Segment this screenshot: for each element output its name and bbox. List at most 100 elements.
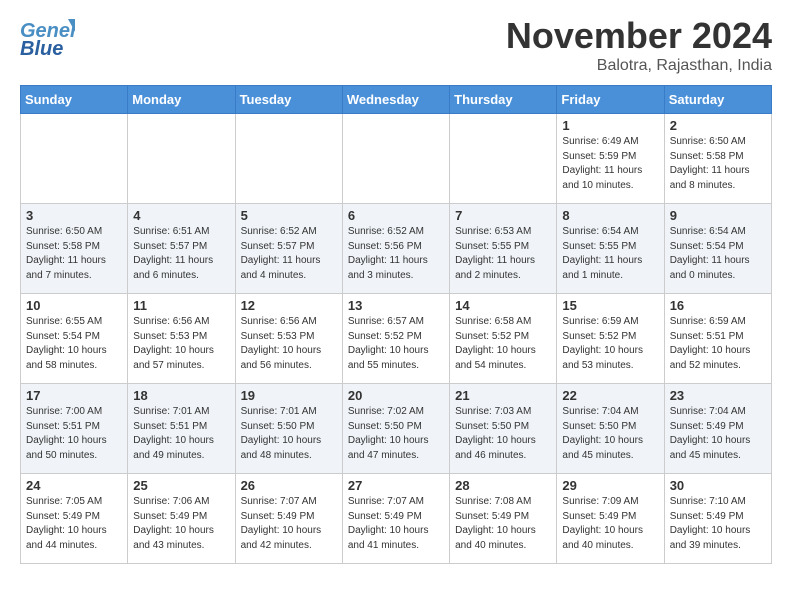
day-number: 17 (26, 388, 122, 403)
day-number: 13 (348, 298, 444, 313)
week-row-5: 24 Sunrise: 7:05 AM Sunset: 5:49 PM Dayli… (21, 474, 772, 564)
day-info: Sunrise: 6:55 AM Sunset: 5:54 PM Dayligh… (26, 315, 122, 373)
day-info: Sunrise: 7:00 AM Sunset: 5:51 PM Dayligh… (26, 405, 122, 463)
week-row-1: 1Sunrise: 6:49 AM Sunset: 5:59 PM Daylig… (21, 114, 772, 204)
day-number: 11 (133, 298, 229, 313)
day-header-saturday: Saturday (664, 86, 771, 114)
day-number: 19 (241, 388, 337, 403)
day-number: 3 (26, 208, 122, 223)
day-cell: 29 Sunrise: 7:09 AM Sunset: 5:49 PM Dayli… (557, 474, 664, 564)
day-number: 14 (455, 298, 551, 313)
day-cell: 3 Sunrise: 6:50 AM Sunset: 5:58 PM Daylig… (21, 204, 128, 294)
day-number: 5 (241, 208, 337, 223)
day-number: 16 (670, 298, 766, 313)
day-cell: 15 Sunrise: 6:59 AM Sunset: 5:52 PM Dayli… (557, 294, 664, 384)
day-cell (342, 114, 449, 204)
day-cell: 7 Sunrise: 6:53 AM Sunset: 5:55 PM Daylig… (450, 204, 557, 294)
day-cell: 4 Sunrise: 6:51 AM Sunset: 5:57 PM Daylig… (128, 204, 235, 294)
day-info: Sunrise: 6:59 AM Sunset: 5:52 PM Dayligh… (562, 315, 658, 373)
day-info: Sunrise: 6:58 AM Sunset: 5:52 PM Dayligh… (455, 315, 551, 373)
day-number: 12 (241, 298, 337, 313)
month-title: November 2024 (506, 15, 772, 57)
day-number: 25 (133, 478, 229, 493)
day-header-tuesday: Tuesday (235, 86, 342, 114)
week-row-2: 3 Sunrise: 6:50 AM Sunset: 5:58 PM Daylig… (21, 204, 772, 294)
day-header-wednesday: Wednesday (342, 86, 449, 114)
day-info: Sunrise: 7:05 AM Sunset: 5:49 PM Dayligh… (26, 495, 122, 553)
day-number: 2 (670, 118, 766, 133)
day-info: Sunrise: 6:51 AM Sunset: 5:57 PM Dayligh… (133, 225, 229, 283)
location: Balotra, Rajasthan, India (506, 57, 772, 75)
day-info: Sunrise: 6:56 AM Sunset: 5:53 PM Dayligh… (133, 315, 229, 373)
day-cell: 20 Sunrise: 7:02 AM Sunset: 5:50 PM Dayli… (342, 384, 449, 474)
day-cell: 12 Sunrise: 6:56 AM Sunset: 5:53 PM Dayli… (235, 294, 342, 384)
day-cell: 24 Sunrise: 7:05 AM Sunset: 5:49 PM Dayli… (21, 474, 128, 564)
day-cell: 28 Sunrise: 7:08 AM Sunset: 5:49 PM Dayli… (450, 474, 557, 564)
week-row-4: 17 Sunrise: 7:00 AM Sunset: 5:51 PM Dayli… (21, 384, 772, 474)
header: General Blue November 2024 Balotra, Raja… (20, 15, 772, 75)
day-info: Sunrise: 7:01 AM Sunset: 5:51 PM Dayligh… (133, 405, 229, 463)
day-number: 1 (562, 118, 658, 133)
day-number: 23 (670, 388, 766, 403)
header-row: SundayMondayTuesdayWednesdayThursdayFrid… (21, 86, 772, 114)
day-cell: 17 Sunrise: 7:00 AM Sunset: 5:51 PM Dayli… (21, 384, 128, 474)
day-cell: 8Sunrise: 6:54 AM Sunset: 5:55 PM Daylig… (557, 204, 664, 294)
day-cell: 27Sunrise: 7:07 AM Sunset: 5:49 PM Dayli… (342, 474, 449, 564)
day-info: Sunrise: 6:50 AM Sunset: 5:58 PM Dayligh… (26, 225, 122, 283)
day-cell: 10 Sunrise: 6:55 AM Sunset: 5:54 PM Dayli… (21, 294, 128, 384)
day-number: 7 (455, 208, 551, 223)
main-container: General Blue November 2024 Balotra, Raja… (0, 0, 792, 579)
day-number: 29 (562, 478, 658, 493)
day-cell: 14 Sunrise: 6:58 AM Sunset: 5:52 PM Dayli… (450, 294, 557, 384)
day-cell (21, 114, 128, 204)
day-info: Sunrise: 6:56 AM Sunset: 5:53 PM Dayligh… (241, 315, 337, 373)
week-row-3: 10 Sunrise: 6:55 AM Sunset: 5:54 PM Dayli… (21, 294, 772, 384)
day-cell (235, 114, 342, 204)
day-cell: 30Sunrise: 7:10 AM Sunset: 5:49 PM Dayli… (664, 474, 771, 564)
day-header-sunday: Sunday (21, 86, 128, 114)
day-info: Sunrise: 6:53 AM Sunset: 5:55 PM Dayligh… (455, 225, 551, 283)
day-cell: 13Sunrise: 6:57 AM Sunset: 5:52 PM Dayli… (342, 294, 449, 384)
day-cell: 1Sunrise: 6:49 AM Sunset: 5:59 PM Daylig… (557, 114, 664, 204)
calendar-table: SundayMondayTuesdayWednesdayThursdayFrid… (20, 85, 772, 564)
day-info: Sunrise: 6:54 AM Sunset: 5:54 PM Dayligh… (670, 225, 766, 283)
day-info: Sunrise: 7:01 AM Sunset: 5:50 PM Dayligh… (241, 405, 337, 463)
day-info: Sunrise: 7:04 AM Sunset: 5:50 PM Dayligh… (562, 405, 658, 463)
day-cell: 22 Sunrise: 7:04 AM Sunset: 5:50 PM Dayli… (557, 384, 664, 474)
day-header-monday: Monday (128, 86, 235, 114)
day-number: 22 (562, 388, 658, 403)
day-number: 6 (348, 208, 444, 223)
day-info: Sunrise: 7:09 AM Sunset: 5:49 PM Dayligh… (562, 495, 658, 553)
day-cell: 5 Sunrise: 6:52 AM Sunset: 5:57 PM Daylig… (235, 204, 342, 294)
day-number: 20 (348, 388, 444, 403)
day-cell (450, 114, 557, 204)
day-info: Sunrise: 7:02 AM Sunset: 5:50 PM Dayligh… (348, 405, 444, 463)
day-number: 24 (26, 478, 122, 493)
day-cell: 2Sunrise: 6:50 AM Sunset: 5:58 PM Daylig… (664, 114, 771, 204)
day-number: 15 (562, 298, 658, 313)
day-info: Sunrise: 7:03 AM Sunset: 5:50 PM Dayligh… (455, 405, 551, 463)
day-number: 28 (455, 478, 551, 493)
day-cell: 6 Sunrise: 6:52 AM Sunset: 5:56 PM Daylig… (342, 204, 449, 294)
day-cell: 11 Sunrise: 6:56 AM Sunset: 5:53 PM Dayli… (128, 294, 235, 384)
day-number: 21 (455, 388, 551, 403)
day-info: Sunrise: 6:52 AM Sunset: 5:57 PM Dayligh… (241, 225, 337, 283)
day-number: 9 (670, 208, 766, 223)
day-info: Sunrise: 7:08 AM Sunset: 5:49 PM Dayligh… (455, 495, 551, 553)
title-area: November 2024 Balotra, Rajasthan, India (506, 15, 772, 75)
day-info: Sunrise: 7:07 AM Sunset: 5:49 PM Dayligh… (348, 495, 444, 553)
day-cell: 19 Sunrise: 7:01 AM Sunset: 5:50 PM Dayli… (235, 384, 342, 474)
day-header-friday: Friday (557, 86, 664, 114)
day-cell: 9 Sunrise: 6:54 AM Sunset: 5:54 PM Daylig… (664, 204, 771, 294)
day-number: 26 (241, 478, 337, 493)
day-number: 10 (26, 298, 122, 313)
day-cell: 25 Sunrise: 7:06 AM Sunset: 5:49 PM Dayli… (128, 474, 235, 564)
day-number: 4 (133, 208, 229, 223)
day-info: Sunrise: 6:52 AM Sunset: 5:56 PM Dayligh… (348, 225, 444, 283)
day-cell: 16Sunrise: 6:59 AM Sunset: 5:51 PM Dayli… (664, 294, 771, 384)
day-info: Sunrise: 6:54 AM Sunset: 5:55 PM Dayligh… (562, 225, 658, 283)
day-info: Sunrise: 7:06 AM Sunset: 5:49 PM Dayligh… (133, 495, 229, 553)
day-cell: 26Sunrise: 7:07 AM Sunset: 5:49 PM Dayli… (235, 474, 342, 564)
day-number: 18 (133, 388, 229, 403)
svg-text:Blue: Blue (20, 38, 63, 60)
